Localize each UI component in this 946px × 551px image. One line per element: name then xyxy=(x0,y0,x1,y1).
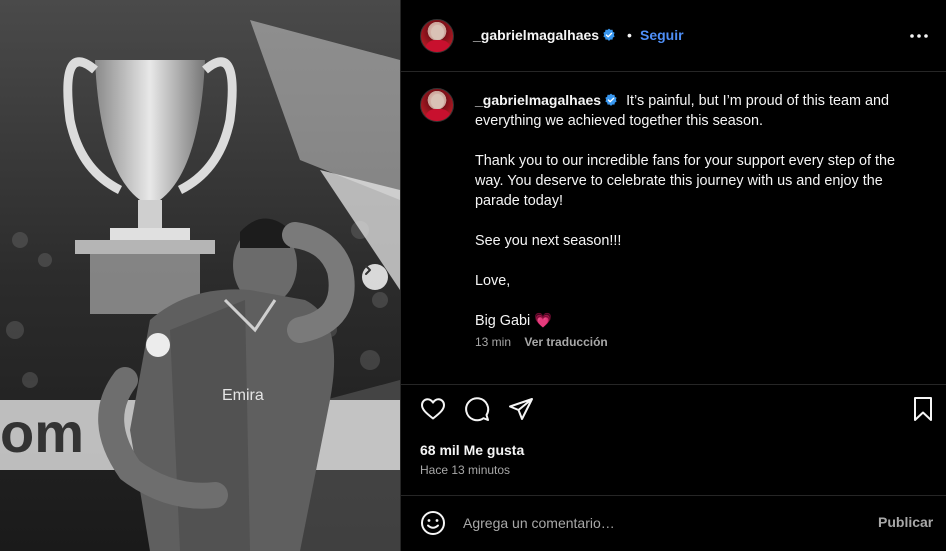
post-photo-illustration: om Emira xyxy=(0,0,400,551)
avatar-shirt xyxy=(425,109,451,121)
comment-icon xyxy=(465,397,490,422)
comment-bar: Publicar xyxy=(401,495,946,551)
header-username-text[interactable]: _gabrielmagalhaes xyxy=(473,27,599,43)
caption-paragraph-2: Thank you to our incredible fans for you… xyxy=(475,153,895,209)
avatar-face xyxy=(431,94,444,109)
share-button[interactable] xyxy=(508,397,534,426)
caption-paragraph-5: Big Gabi 💗 xyxy=(475,311,925,331)
caption-time[interactable]: 13 min xyxy=(475,335,511,349)
caption-meta: 13 min Ver traducción xyxy=(475,335,608,349)
comment-input[interactable] xyxy=(463,512,843,534)
more-horizontal-icon xyxy=(910,34,928,38)
comment-button[interactable] xyxy=(464,396,490,427)
verified-badge-icon xyxy=(605,93,617,106)
svg-text:Emira: Emira xyxy=(222,387,264,404)
likes-count[interactable]: 68 mil Me gusta xyxy=(420,442,524,458)
share-icon xyxy=(509,398,533,420)
heart-emoji: 💗 xyxy=(534,313,553,329)
more-options-button[interactable] xyxy=(909,26,929,51)
avatar[interactable] xyxy=(420,19,454,53)
header-username[interactable]: _gabrielmagalhaes xyxy=(473,27,616,43)
caption-signature: Big Gabi xyxy=(475,313,531,329)
caption-paragraph-4: Love, xyxy=(475,273,511,289)
chevron-right-icon xyxy=(365,265,371,275)
heart-icon xyxy=(421,398,445,420)
avatar-face xyxy=(431,25,444,40)
carousel-next-button[interactable] xyxy=(362,264,388,290)
save-button[interactable] xyxy=(912,396,934,427)
avatar-shirt xyxy=(425,40,451,52)
post-photo[interactable]: om Emira xyxy=(0,0,400,551)
post-caption: _gabrielmagalhaes It’s painful, but I’m … xyxy=(475,90,925,351)
caption-username[interactable]: _gabrielmagalhaes xyxy=(475,92,618,108)
svg-text:om: om xyxy=(0,401,84,464)
caption-avatar[interactable] xyxy=(420,88,454,122)
like-button[interactable] xyxy=(420,397,446,426)
caption-paragraph-3: See you next season!!! xyxy=(475,233,622,249)
emoji-picker-button[interactable] xyxy=(420,510,446,541)
bookmark-icon xyxy=(914,397,932,421)
emoji-icon xyxy=(421,511,445,535)
caption-username-text[interactable]: _gabrielmagalhaes xyxy=(475,92,601,108)
verified-badge-icon xyxy=(603,28,615,41)
publish-button[interactable]: Publicar xyxy=(878,514,933,530)
post-timestamp[interactable]: Hace 13 minutos xyxy=(420,463,510,477)
follow-button[interactable]: Seguir xyxy=(640,27,684,43)
see-translation-button[interactable]: Ver traducción xyxy=(524,335,607,349)
post-header: _gabrielmagalhaes • Seguir xyxy=(401,0,946,72)
caption-paragraph-1: _gabrielmagalhaes It’s painful, but I’m … xyxy=(475,90,925,131)
post-side-panel: _gabrielmagalhaes • Seguir _gabrielmagal… xyxy=(400,0,946,551)
separator-dot: • xyxy=(627,27,632,43)
